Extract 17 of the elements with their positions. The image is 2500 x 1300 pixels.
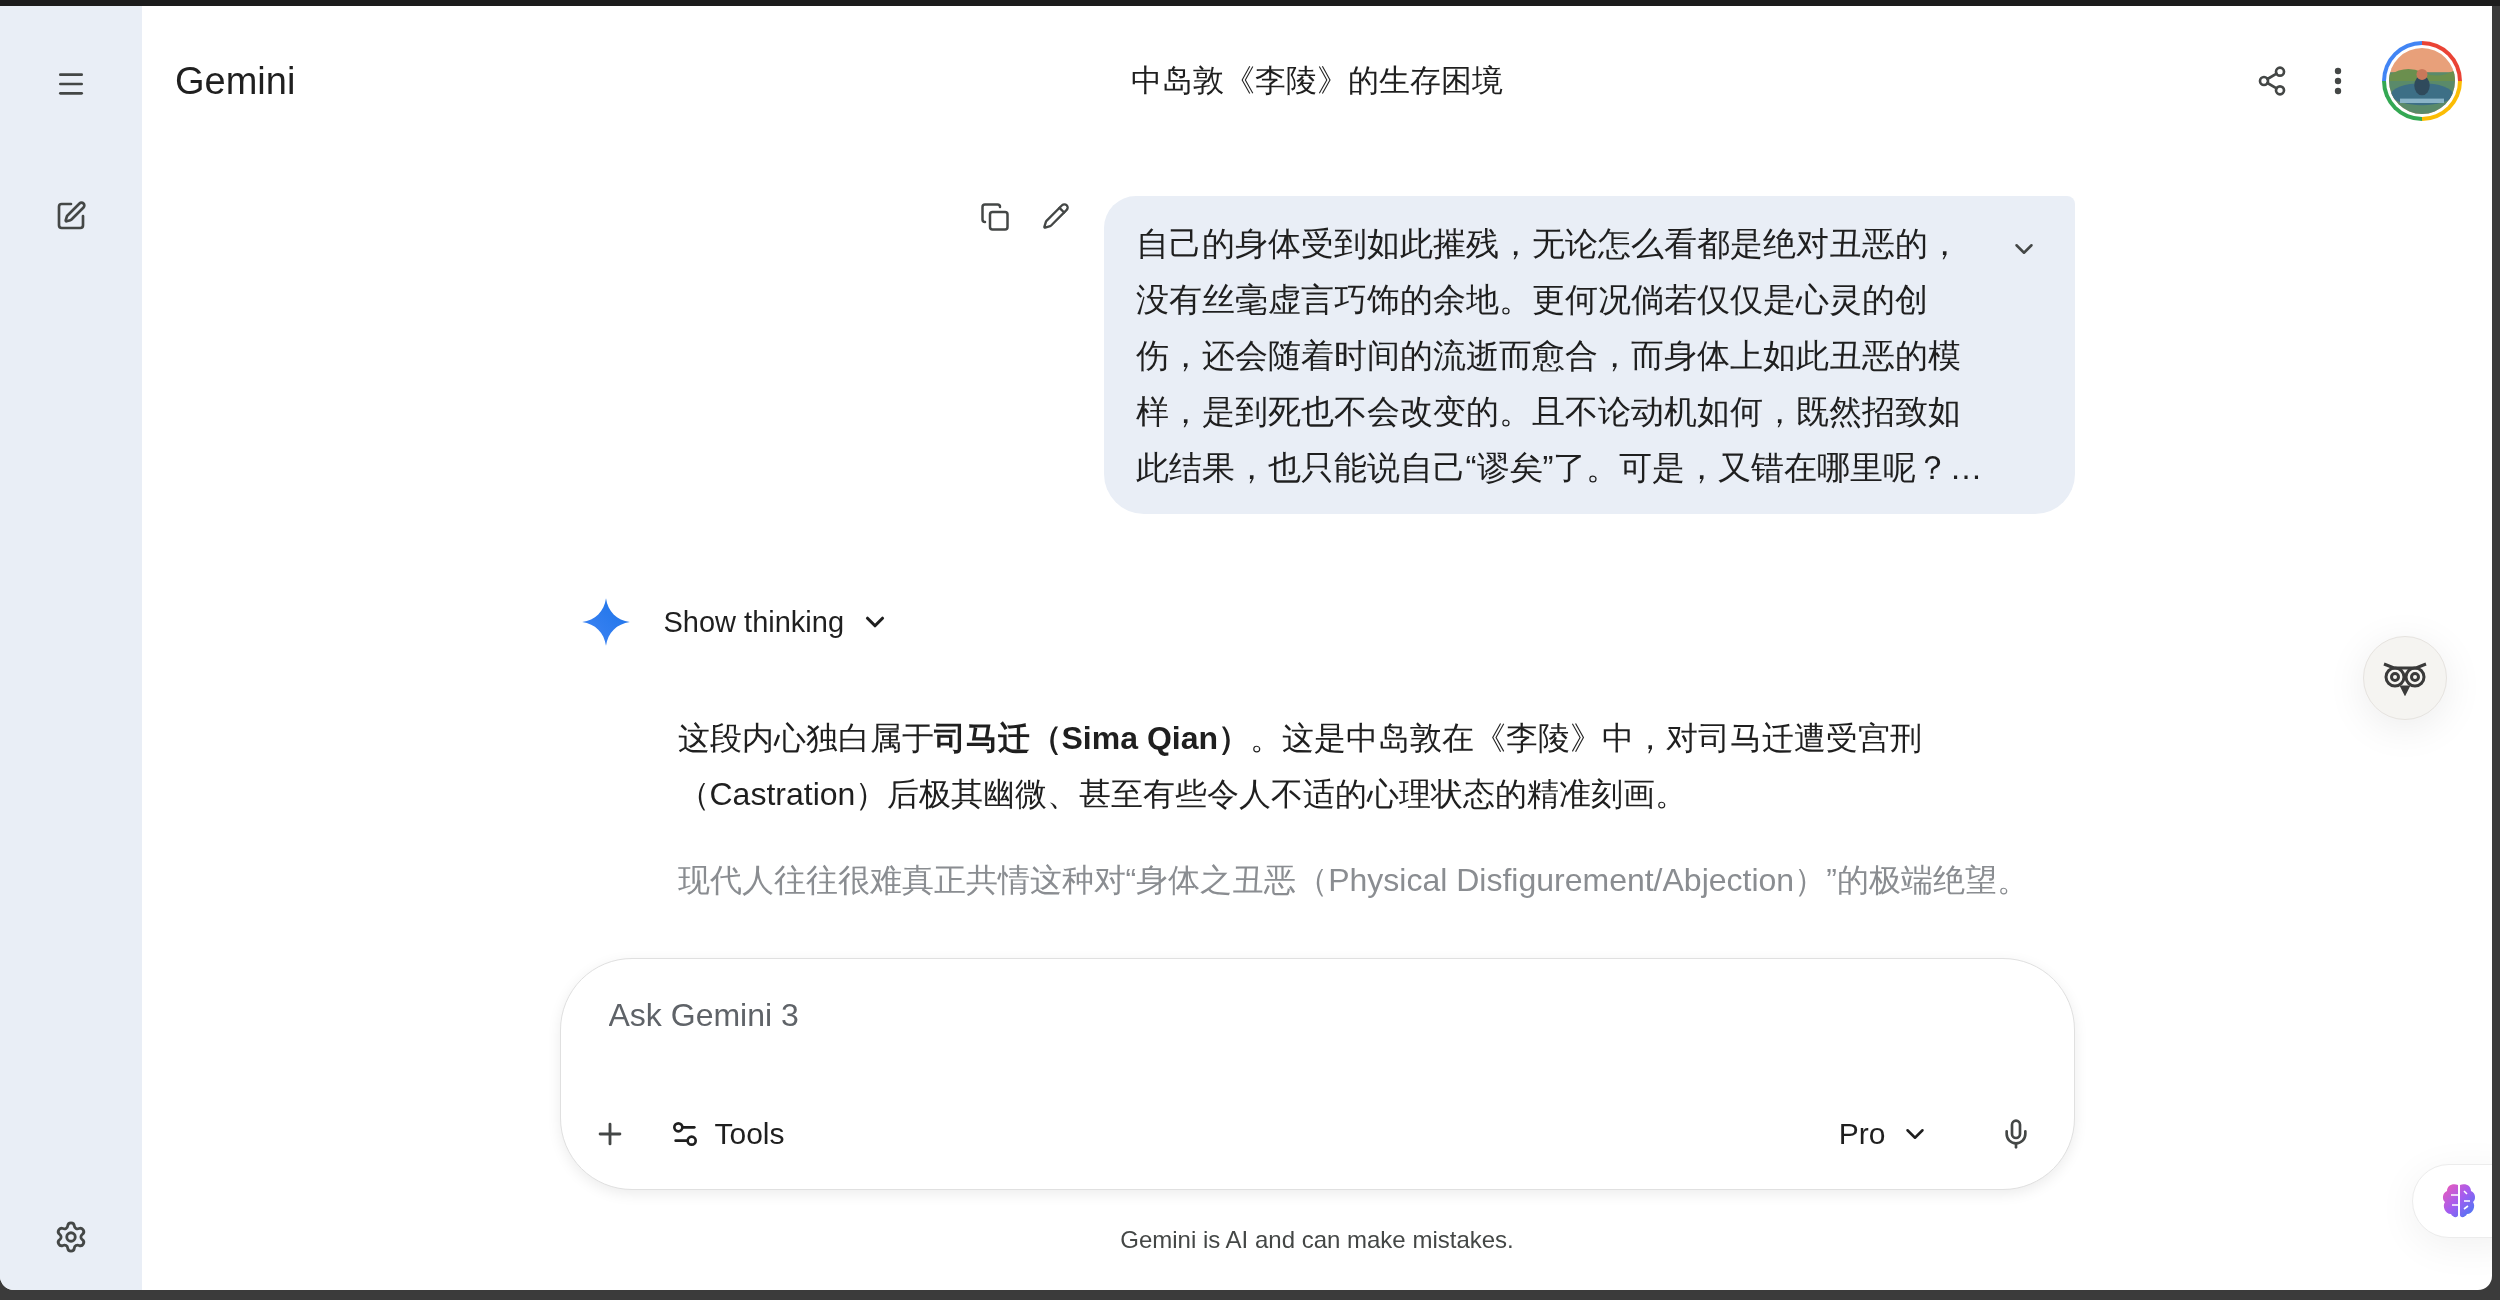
disclaimer-text: Gemini is AI and can make mistakes.	[1120, 1226, 1514, 1254]
pencil-icon	[1041, 202, 1070, 230]
share-icon	[2256, 65, 2288, 97]
chat-title: 中岛敦《李陵》的生存困境	[1131, 62, 1503, 100]
response-paragraph: 现代人往往很难真正共情这种对“身体之丑恶（Physical Disfigurement/Abjection）”的极端绝望。	[677, 861, 2029, 900]
app-name: Gemini	[175, 59, 296, 103]
pen-square-icon	[55, 200, 87, 232]
show-thinking-button[interactable]: Show thinking	[653, 597, 901, 647]
model-selector[interactable]: Pro	[1828, 1109, 1940, 1159]
prompt-input[interactable]: Ask Gemini 3	[586, 987, 2038, 1044]
settings-icon	[54, 1220, 88, 1254]
more-icon	[2334, 67, 2342, 95]
user-message-text: 自己的身体受到如此摧残，无论怎么看都是绝对丑恶的， 没有丝毫虚言巧饰的余地。更何况倘若仅仅是心灵的创 伤，还会随着时间的流逝而愈合，而身体上如此丑恶的模 样，是到死也不会改变的。且不论动机如何，既然招致如 此结果，也只能说自己“谬矣”了。可是，又错在哪里呢？…	[1135, 224, 1983, 488]
copy-icon	[979, 202, 1010, 232]
response-paragraph: 这段内心独白属于司马迁（Sima Qian）。这是中岛敦在《李陵》中，对司马迁遭受宫刑 （Castration）后极其幽微、甚至有些令人不适的心理状态的精准刻画。	[677, 719, 1922, 814]
tools-button[interactable]: Tools	[658, 1109, 795, 1159]
owl-icon	[2382, 660, 2428, 696]
